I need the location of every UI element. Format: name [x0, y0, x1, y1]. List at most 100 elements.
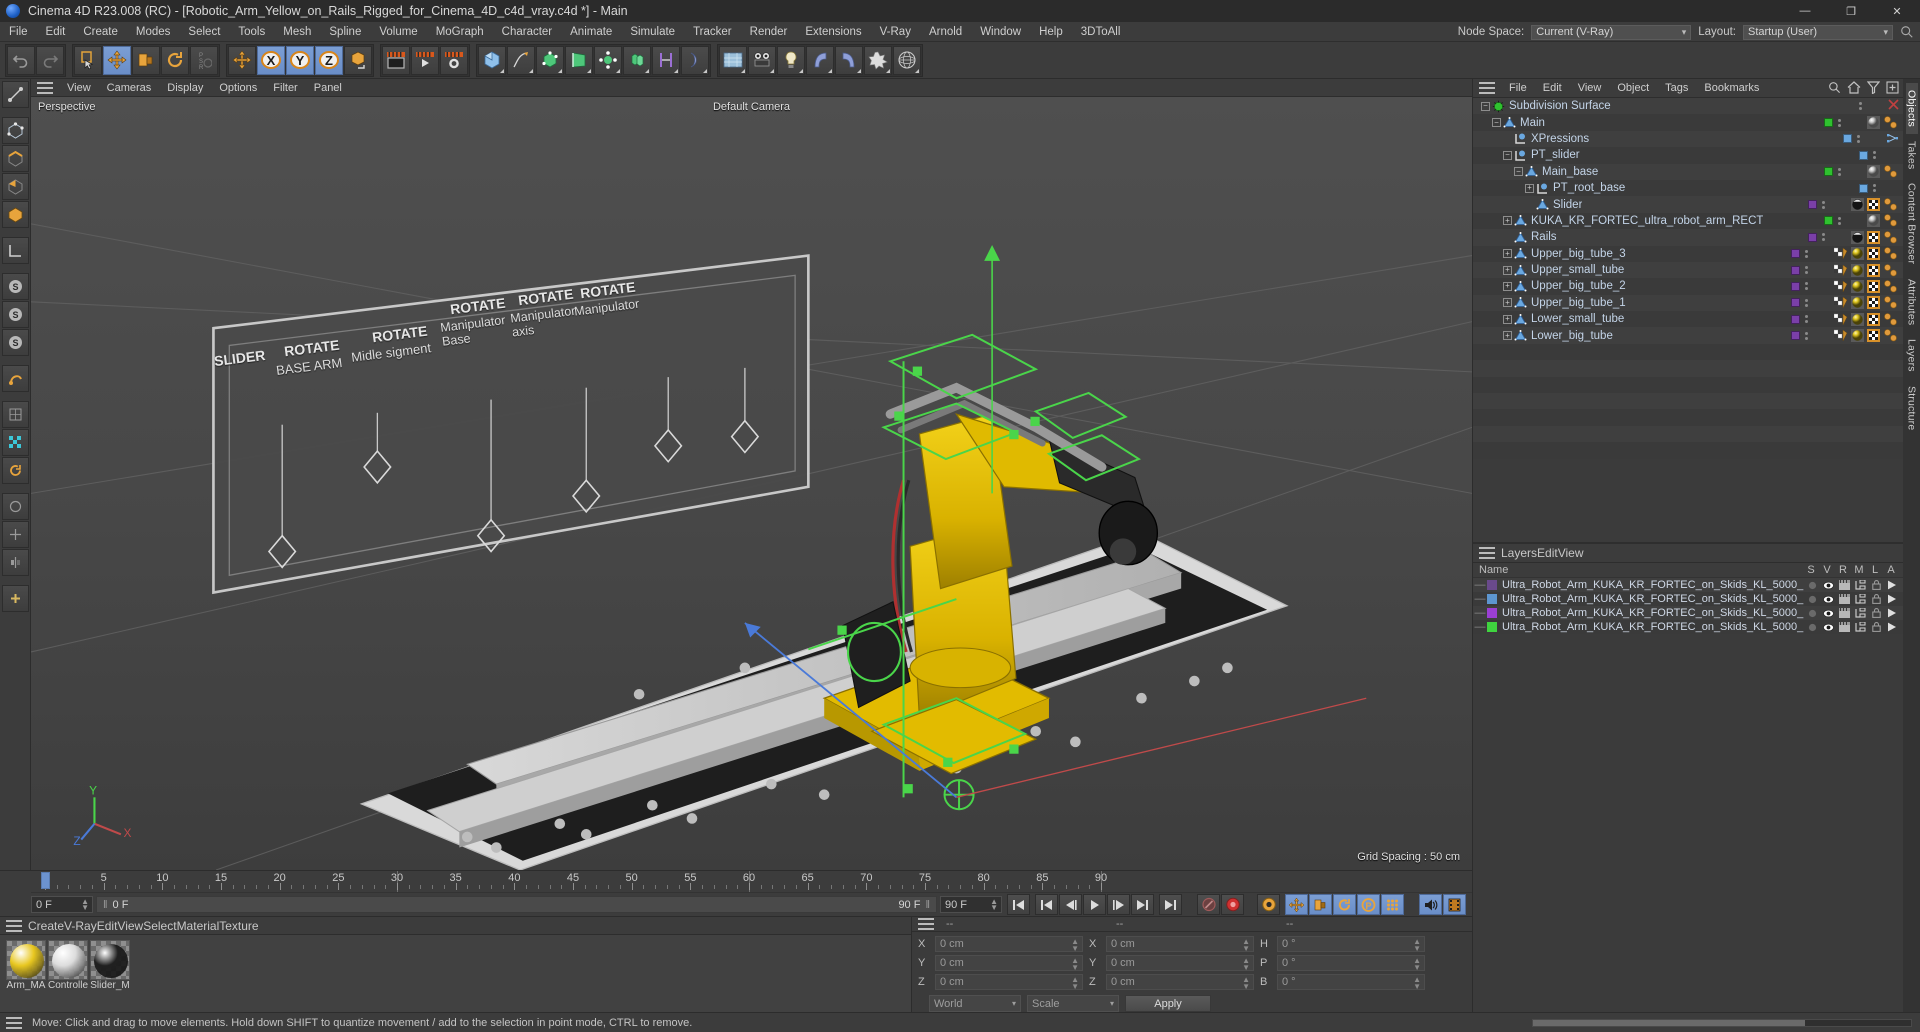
- filter-icon[interactable]: [1867, 81, 1880, 94]
- play-button[interactable]: [1083, 894, 1106, 915]
- coord-field-size-z[interactable]: 0 cm ▲ ▼: [1106, 974, 1254, 991]
- spinner-icon[interactable]: ▲ ▼: [81, 898, 89, 912]
- menu-tracker[interactable]: Tracker: [684, 22, 741, 42]
- step-forward-button[interactable]: [1107, 894, 1130, 915]
- layer-color-swatch[interactable]: [1487, 622, 1497, 632]
- x-axis-lock-button[interactable]: X: [257, 45, 285, 75]
- tree-expander-minus[interactable]: −: [1503, 150, 1512, 160]
- menu-mesh[interactable]: Mesh: [274, 22, 320, 42]
- object-layer-swatch[interactable]: [1824, 167, 1833, 177]
- autokey-button[interactable]: [1197, 894, 1220, 915]
- tree-expander-plus[interactable]: +: [1503, 331, 1512, 341]
- add-cube-button[interactable]: [478, 45, 506, 75]
- axis-lock-rail-button[interactable]: [1, 521, 29, 548]
- add-nurbs-button[interactable]: [681, 45, 709, 75]
- layer-animation-toggle[interactable]: [1884, 580, 1900, 590]
- tag-checker-icon[interactable]: [1867, 329, 1880, 343]
- tag-matyellow-icon[interactable]: [1851, 279, 1864, 293]
- object-layer-swatch[interactable]: [1843, 134, 1852, 144]
- object-layer-swatch[interactable]: [1824, 118, 1833, 128]
- tree-expander-minus[interactable]: −: [1481, 101, 1490, 111]
- coord-field-size-y[interactable]: 0 cm ▲ ▼: [1106, 955, 1254, 972]
- layer-render-toggle[interactable]: [1836, 580, 1852, 590]
- layer-manager-toggle[interactable]: [1852, 580, 1868, 590]
- menu-3dtoall[interactable]: 3DToAll: [1072, 22, 1130, 42]
- menu-select[interactable]: Select: [179, 22, 229, 42]
- layer-lock-toggle[interactable]: [1868, 608, 1884, 618]
- layer-lock-toggle[interactable]: [1868, 622, 1884, 632]
- tag-matyellow-icon[interactable]: [1851, 263, 1864, 277]
- viewport-solo-button[interactable]: [1, 493, 29, 520]
- object-visibility-dots[interactable]: [1804, 315, 1808, 324]
- add-mograph-button[interactable]: [623, 45, 651, 75]
- object-visibility-dots[interactable]: [1804, 331, 1808, 340]
- material-item[interactable]: Slider_M: [90, 940, 130, 992]
- tag-orange2-icon[interactable]: [1883, 198, 1899, 211]
- z-axis-lock-button[interactable]: Z: [315, 45, 343, 75]
- tag-checkerwhite-icon[interactable]: [1834, 296, 1848, 309]
- viewport-menu-panel[interactable]: Panel: [306, 79, 350, 97]
- menu-arnold[interactable]: Arnold: [920, 22, 971, 42]
- layer-menu-layers[interactable]: Layers: [1501, 546, 1537, 560]
- object-visibility-dots[interactable]: [1872, 184, 1876, 193]
- object-tree[interactable]: − Subdivision Surface − Main XPressions − PT_s…: [1473, 98, 1903, 542]
- subdivision-disable-icon[interactable]: [1888, 99, 1899, 113]
- side-tab-content-browser[interactable]: Content Browser: [1906, 176, 1918, 271]
- object-menu-file[interactable]: File: [1501, 79, 1535, 98]
- key-points-button[interactable]: [1381, 894, 1404, 915]
- layer-animation-toggle[interactable]: [1884, 622, 1900, 632]
- goto-start-button[interactable]: [1007, 894, 1030, 915]
- tag-matyellow-icon[interactable]: [1851, 247, 1864, 261]
- menu-render[interactable]: Render: [741, 22, 797, 42]
- object-tree-row[interactable]: + PT_root_base: [1473, 179, 1903, 197]
- layer-menu-edit[interactable]: Edit: [1537, 546, 1558, 560]
- add-bookmark-icon[interactable]: [1886, 81, 1899, 94]
- layer-manager-toggle[interactable]: [1852, 622, 1868, 632]
- object-tree-row[interactable]: + Upper_big_tube_1: [1473, 294, 1903, 312]
- snap-button[interactable]: S: [1, 273, 29, 300]
- menu-character[interactable]: Character: [493, 22, 562, 42]
- menu-window[interactable]: Window: [971, 22, 1030, 42]
- polygon-mode-button[interactable]: [1, 173, 29, 200]
- goto-end-button[interactable]: [1159, 894, 1182, 915]
- tag-checkerwhite-icon[interactable]: [1834, 280, 1848, 293]
- menu-spline[interactable]: Spline: [320, 22, 370, 42]
- tag-checkerwhite-icon[interactable]: [1834, 247, 1848, 260]
- viewport-menu-options[interactable]: Options: [211, 79, 265, 97]
- object-visibility-dots[interactable]: [1837, 167, 1841, 176]
- menu-mograph[interactable]: MoGraph: [427, 22, 493, 42]
- add-bend-deformer-button[interactable]: [806, 45, 834, 75]
- timeline-ruler[interactable]: 051015202530354045505560657075808590: [31, 871, 1472, 893]
- object-layer-swatch[interactable]: [1791, 314, 1800, 324]
- tag-orange2-icon[interactable]: [1883, 312, 1899, 326]
- layer-row[interactable]: — Ultra_Robot_Arm_KUKA_KR_FORTEC_on_Skids…: [1473, 578, 1903, 592]
- coord-field-position-y[interactable]: 0 cm ▲ ▼: [935, 955, 1083, 972]
- texture-axis-mode-button[interactable]: [1, 237, 29, 264]
- horizontal-scrollbar[interactable]: [1532, 1019, 1912, 1027]
- object-visibility-dots[interactable]: [1821, 200, 1825, 209]
- layer-solo-toggle[interactable]: [1804, 580, 1820, 590]
- material-item[interactable]: Arm_MA: [6, 940, 46, 992]
- layer-view-toggle[interactable]: [1820, 622, 1836, 632]
- coord-field-position-z[interactable]: 0 cm ▲ ▼: [935, 974, 1083, 991]
- menu-modes[interactable]: Modes: [127, 22, 180, 42]
- spinner-icon[interactable]: ▲ ▼: [1242, 957, 1250, 972]
- layer-row[interactable]: — Ultra_Robot_Arm_KUKA_KR_FORTEC_on_Skids…: [1473, 620, 1903, 634]
- spinner-icon[interactable]: ▲ ▼: [990, 898, 998, 912]
- tag-checker-icon[interactable]: [1867, 279, 1880, 293]
- layer-color-swatch[interactable]: [1487, 608, 1497, 618]
- apply-button[interactable]: Apply: [1125, 995, 1211, 1012]
- add-background-button[interactable]: [719, 45, 747, 75]
- object-world-coord-button[interactable]: [344, 45, 372, 75]
- previous-keyframe-button[interactable]: [1035, 894, 1058, 915]
- minimize-button[interactable]: —: [1782, 0, 1828, 22]
- tag-orange2-icon[interactable]: [1883, 165, 1899, 178]
- tag-material-icon[interactable]: [1867, 116, 1880, 130]
- record-active-objects-button[interactable]: [1221, 894, 1244, 915]
- layer-solo-toggle[interactable]: [1804, 608, 1820, 618]
- tag-orange2-icon[interactable]: [1883, 296, 1899, 309]
- checker-pattern-button[interactable]: [1, 429, 29, 456]
- object-layer-swatch[interactable]: [1791, 331, 1800, 341]
- tag-orange2-icon[interactable]: [1883, 116, 1899, 129]
- coordinate-menu-hamburger-icon[interactable]: [918, 918, 934, 930]
